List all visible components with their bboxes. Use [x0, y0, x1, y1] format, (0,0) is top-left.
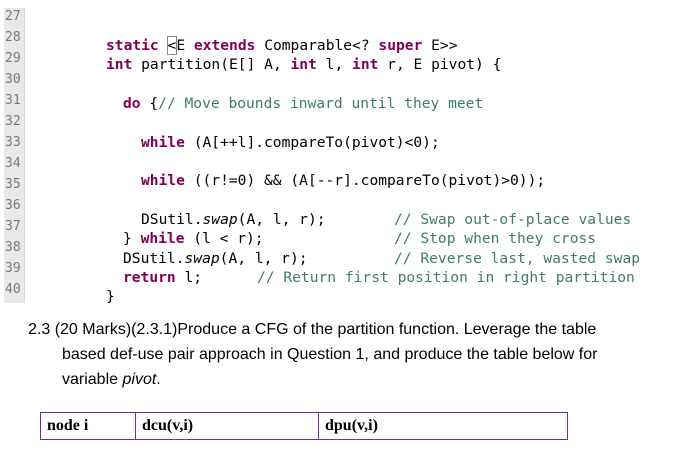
question-text-line: based def-use pair approach in Question … — [62, 346, 598, 363]
table-header-dcu: dcu(v,i) — [135, 412, 319, 440]
line-number: 39 — [5, 261, 21, 276]
code-comment: // Swap out-of-place values — [394, 211, 632, 228]
code-comment: // Reverse last, wasted swap — [394, 250, 641, 267]
line-number: 40 — [5, 282, 21, 297]
code-line-32: while (A[++l].compareTo(pivot)<0); — [141, 134, 440, 151]
table-header-dpu: dpu(v,i) — [318, 412, 568, 440]
question-text-line: variable pivot. — [62, 371, 161, 388]
code-line-34: while ((r!=0) && (A[--r].compareTo(pivot… — [141, 172, 546, 189]
line-number: 36 — [5, 198, 21, 213]
line-number: 27 — [5, 9, 21, 24]
table-header-node: node i — [40, 412, 136, 440]
table-header-row: node i dcu(v,i) dpu(v,i) — [40, 412, 568, 440]
line-number: 38 — [5, 240, 21, 255]
code-line-30: do {// Move bounds inward until they mee… — [123, 95, 484, 112]
code-line-37: } while (l < r); — [123, 230, 264, 247]
code-line-39: return l; — [123, 269, 203, 286]
code-line-36: DSutil.swap(A, l, r); — [141, 211, 326, 228]
question-text-line: 2.3 (20 Marks)(2.3.1)Produce a CFG of th… — [28, 321, 597, 338]
line-number: 30 — [5, 72, 21, 87]
gutter-divider — [24, 8, 25, 303]
code-comment: // Stop when they cross — [394, 230, 597, 247]
line-number: 32 — [5, 114, 21, 129]
code-line-27: static <E extends Comparable<? super E>> — [106, 36, 458, 55]
code-comment: // Move bounds inward until they meet — [158, 95, 484, 112]
line-number: 37 — [5, 219, 21, 234]
text-cursor: < — [166, 36, 178, 55]
line-number: 34 — [5, 156, 21, 171]
code-line-40: } — [106, 288, 115, 305]
line-number: 29 — [5, 51, 21, 66]
line-number: 33 — [5, 135, 21, 150]
def-use-table: node i dcu(v,i) dpu(v,i) — [40, 412, 568, 440]
code-comment: // Return first position in right partit… — [257, 269, 635, 286]
line-number: 31 — [5, 93, 21, 108]
line-number: 28 — [5, 30, 21, 45]
variable-name: pivot — [122, 371, 157, 388]
code-line-38: DSutil.swap(A, l, r); — [123, 250, 308, 267]
line-number: 35 — [5, 177, 21, 192]
code-line-28: int partition(E[] A, int l, int r, E piv… — [106, 56, 502, 73]
